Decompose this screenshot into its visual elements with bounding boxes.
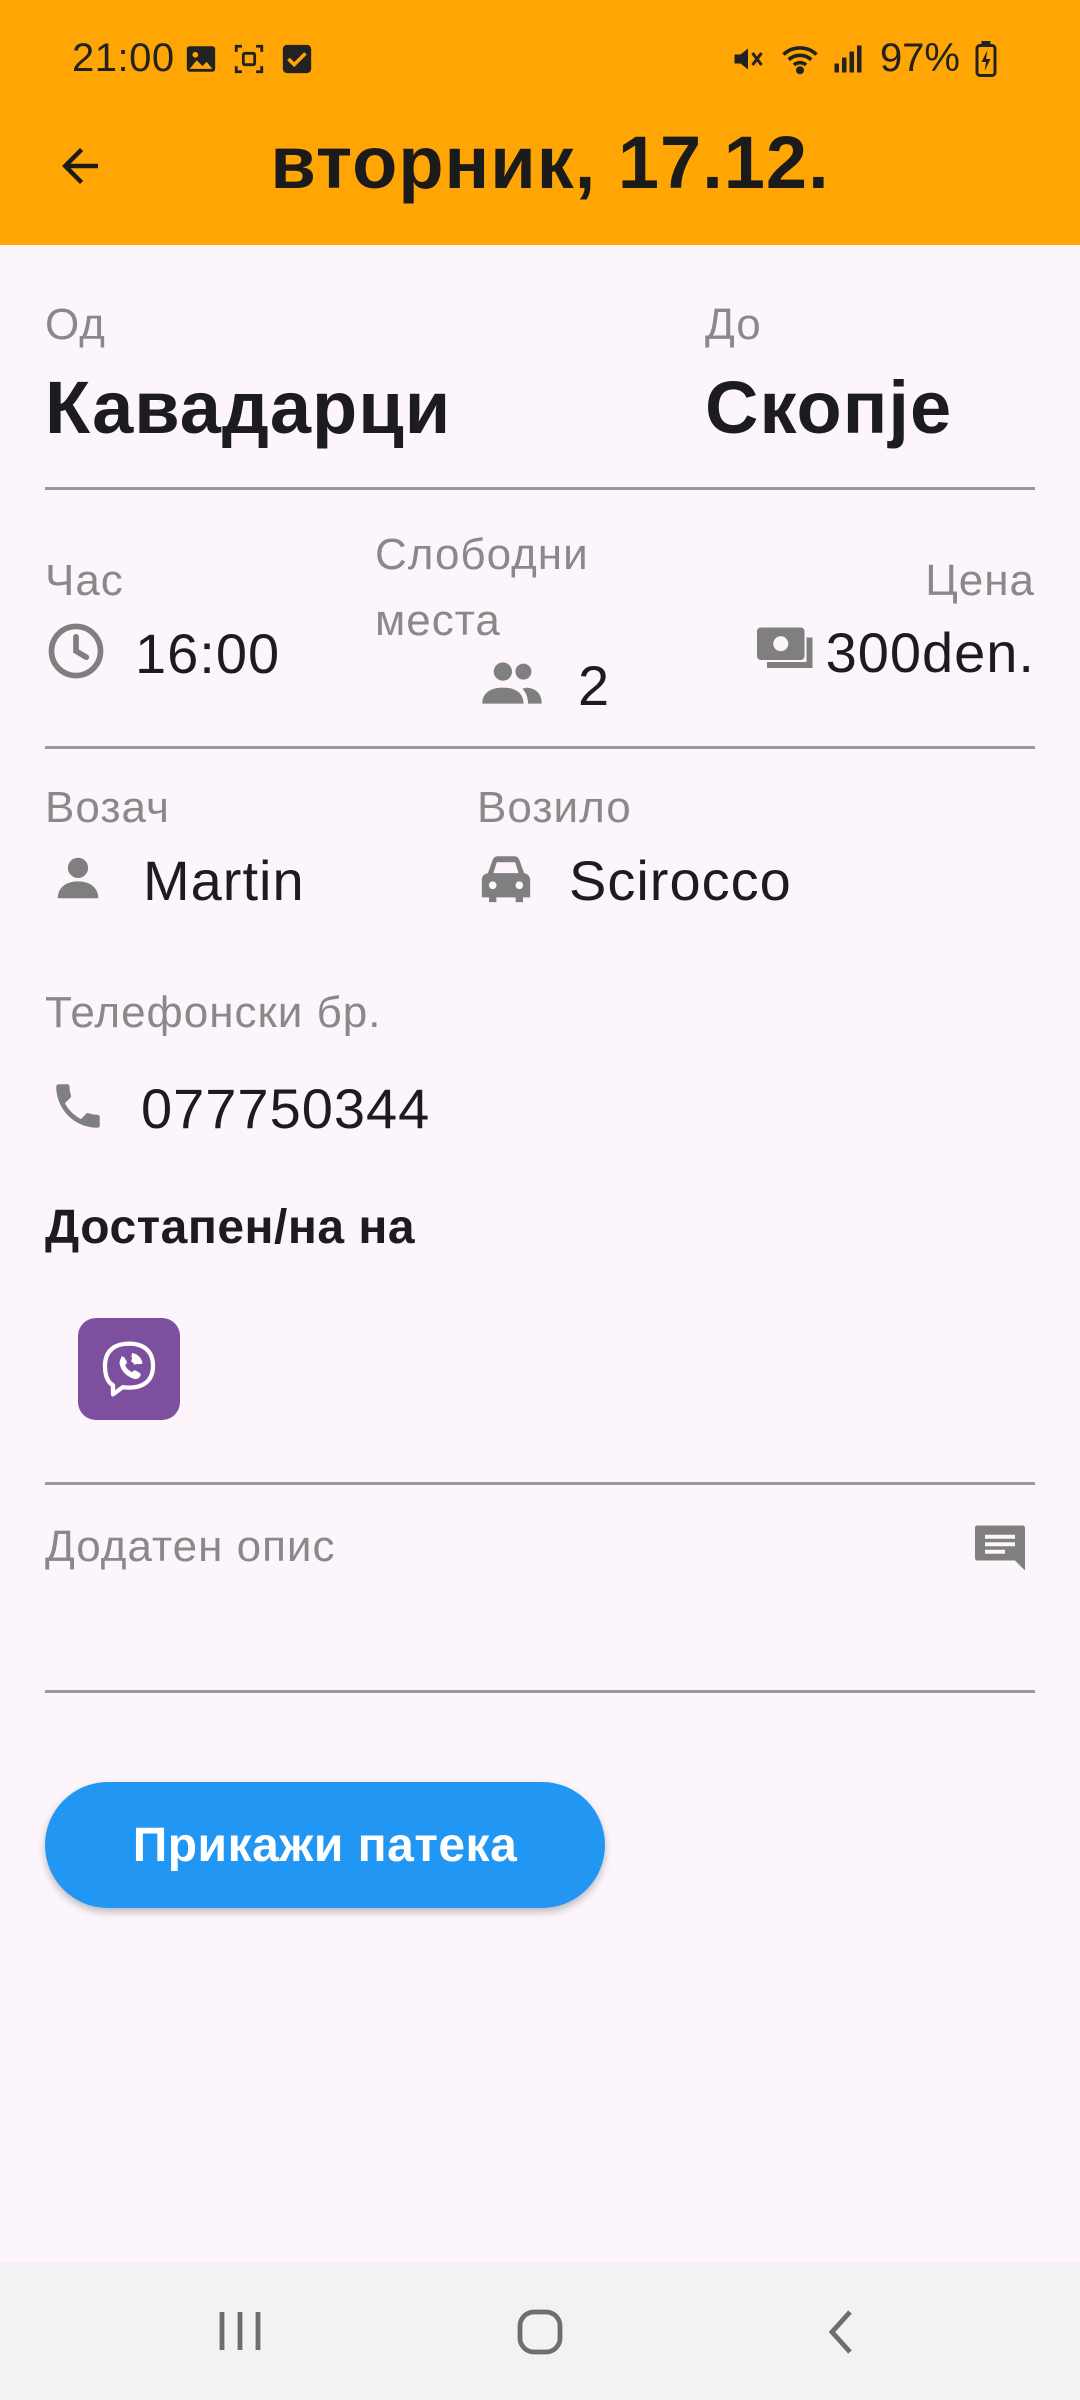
driver-label: Возач	[45, 783, 170, 832]
checkbox-icon	[280, 42, 314, 76]
price-row: 300den.	[754, 620, 1035, 685]
description-label: Додатен опис	[45, 1522, 336, 1571]
battery-percentage: 97%	[879, 36, 960, 80]
divider	[45, 487, 1035, 490]
system-nav-bar	[0, 2262, 1080, 2400]
to-value: Скопје	[705, 366, 953, 449]
phone-icon	[49, 1077, 107, 1140]
people-icon	[480, 658, 544, 713]
status-icons-right: 97%	[730, 36, 1010, 81]
status-icons-left	[184, 42, 314, 76]
battery-charging-icon	[974, 40, 1010, 77]
divider	[45, 1482, 1035, 1485]
seats-value: 2	[578, 654, 611, 717]
wifi-icon	[780, 41, 818, 77]
phone-value: 077750344	[141, 1077, 431, 1140]
gallery-icon	[184, 42, 218, 76]
status-bar: 21:00 97%	[0, 0, 1080, 120]
mute-icon	[730, 41, 766, 77]
recents-icon[interactable]	[210, 2306, 270, 2361]
signal-icon	[830, 41, 866, 77]
price-value: 300den.	[825, 621, 1035, 684]
status-time: 21:00	[72, 36, 175, 80]
seats-label: Слободни места	[375, 530, 589, 645]
person-icon	[51, 851, 105, 910]
time-row: 16:00	[45, 620, 280, 687]
divider	[45, 1690, 1035, 1693]
money-icon	[754, 625, 820, 680]
divider	[45, 746, 1035, 749]
price-label: Цена	[925, 556, 1035, 605]
from-value: Кавадарци	[45, 366, 452, 449]
vehicle-row: Scirocco	[477, 848, 792, 913]
clock-icon	[45, 620, 107, 687]
vehicle-value: Scirocco	[569, 849, 792, 912]
time-value: 16:00	[135, 622, 281, 685]
show-route-button[interactable]: Прикажи патека	[45, 1782, 605, 1908]
back-icon[interactable]	[820, 2306, 864, 2363]
home-icon[interactable]	[514, 2306, 566, 2363]
from-label: Од	[45, 300, 106, 349]
driver-value: Martin	[143, 849, 305, 912]
to-label: До	[705, 300, 762, 349]
phone-row[interactable]: 077750344	[45, 1076, 430, 1141]
app-header: 21:00 97% вторник, 17.12.	[0, 0, 1080, 245]
seats-row: 2	[480, 653, 610, 718]
car-icon	[477, 851, 535, 910]
time-label: Час	[45, 556, 124, 605]
available-on-title: Достапен/на на	[45, 1201, 416, 1254]
driver-row: Martin	[45, 848, 305, 913]
comment-icon	[970, 1518, 1030, 1583]
vehicle-label: Возило	[477, 783, 632, 832]
viber-icon[interactable]	[78, 1318, 180, 1420]
screenshot-icon	[232, 42, 266, 76]
phone-label: Телефонски бр.	[45, 988, 382, 1037]
page-title: вторник, 17.12.	[270, 121, 830, 204]
